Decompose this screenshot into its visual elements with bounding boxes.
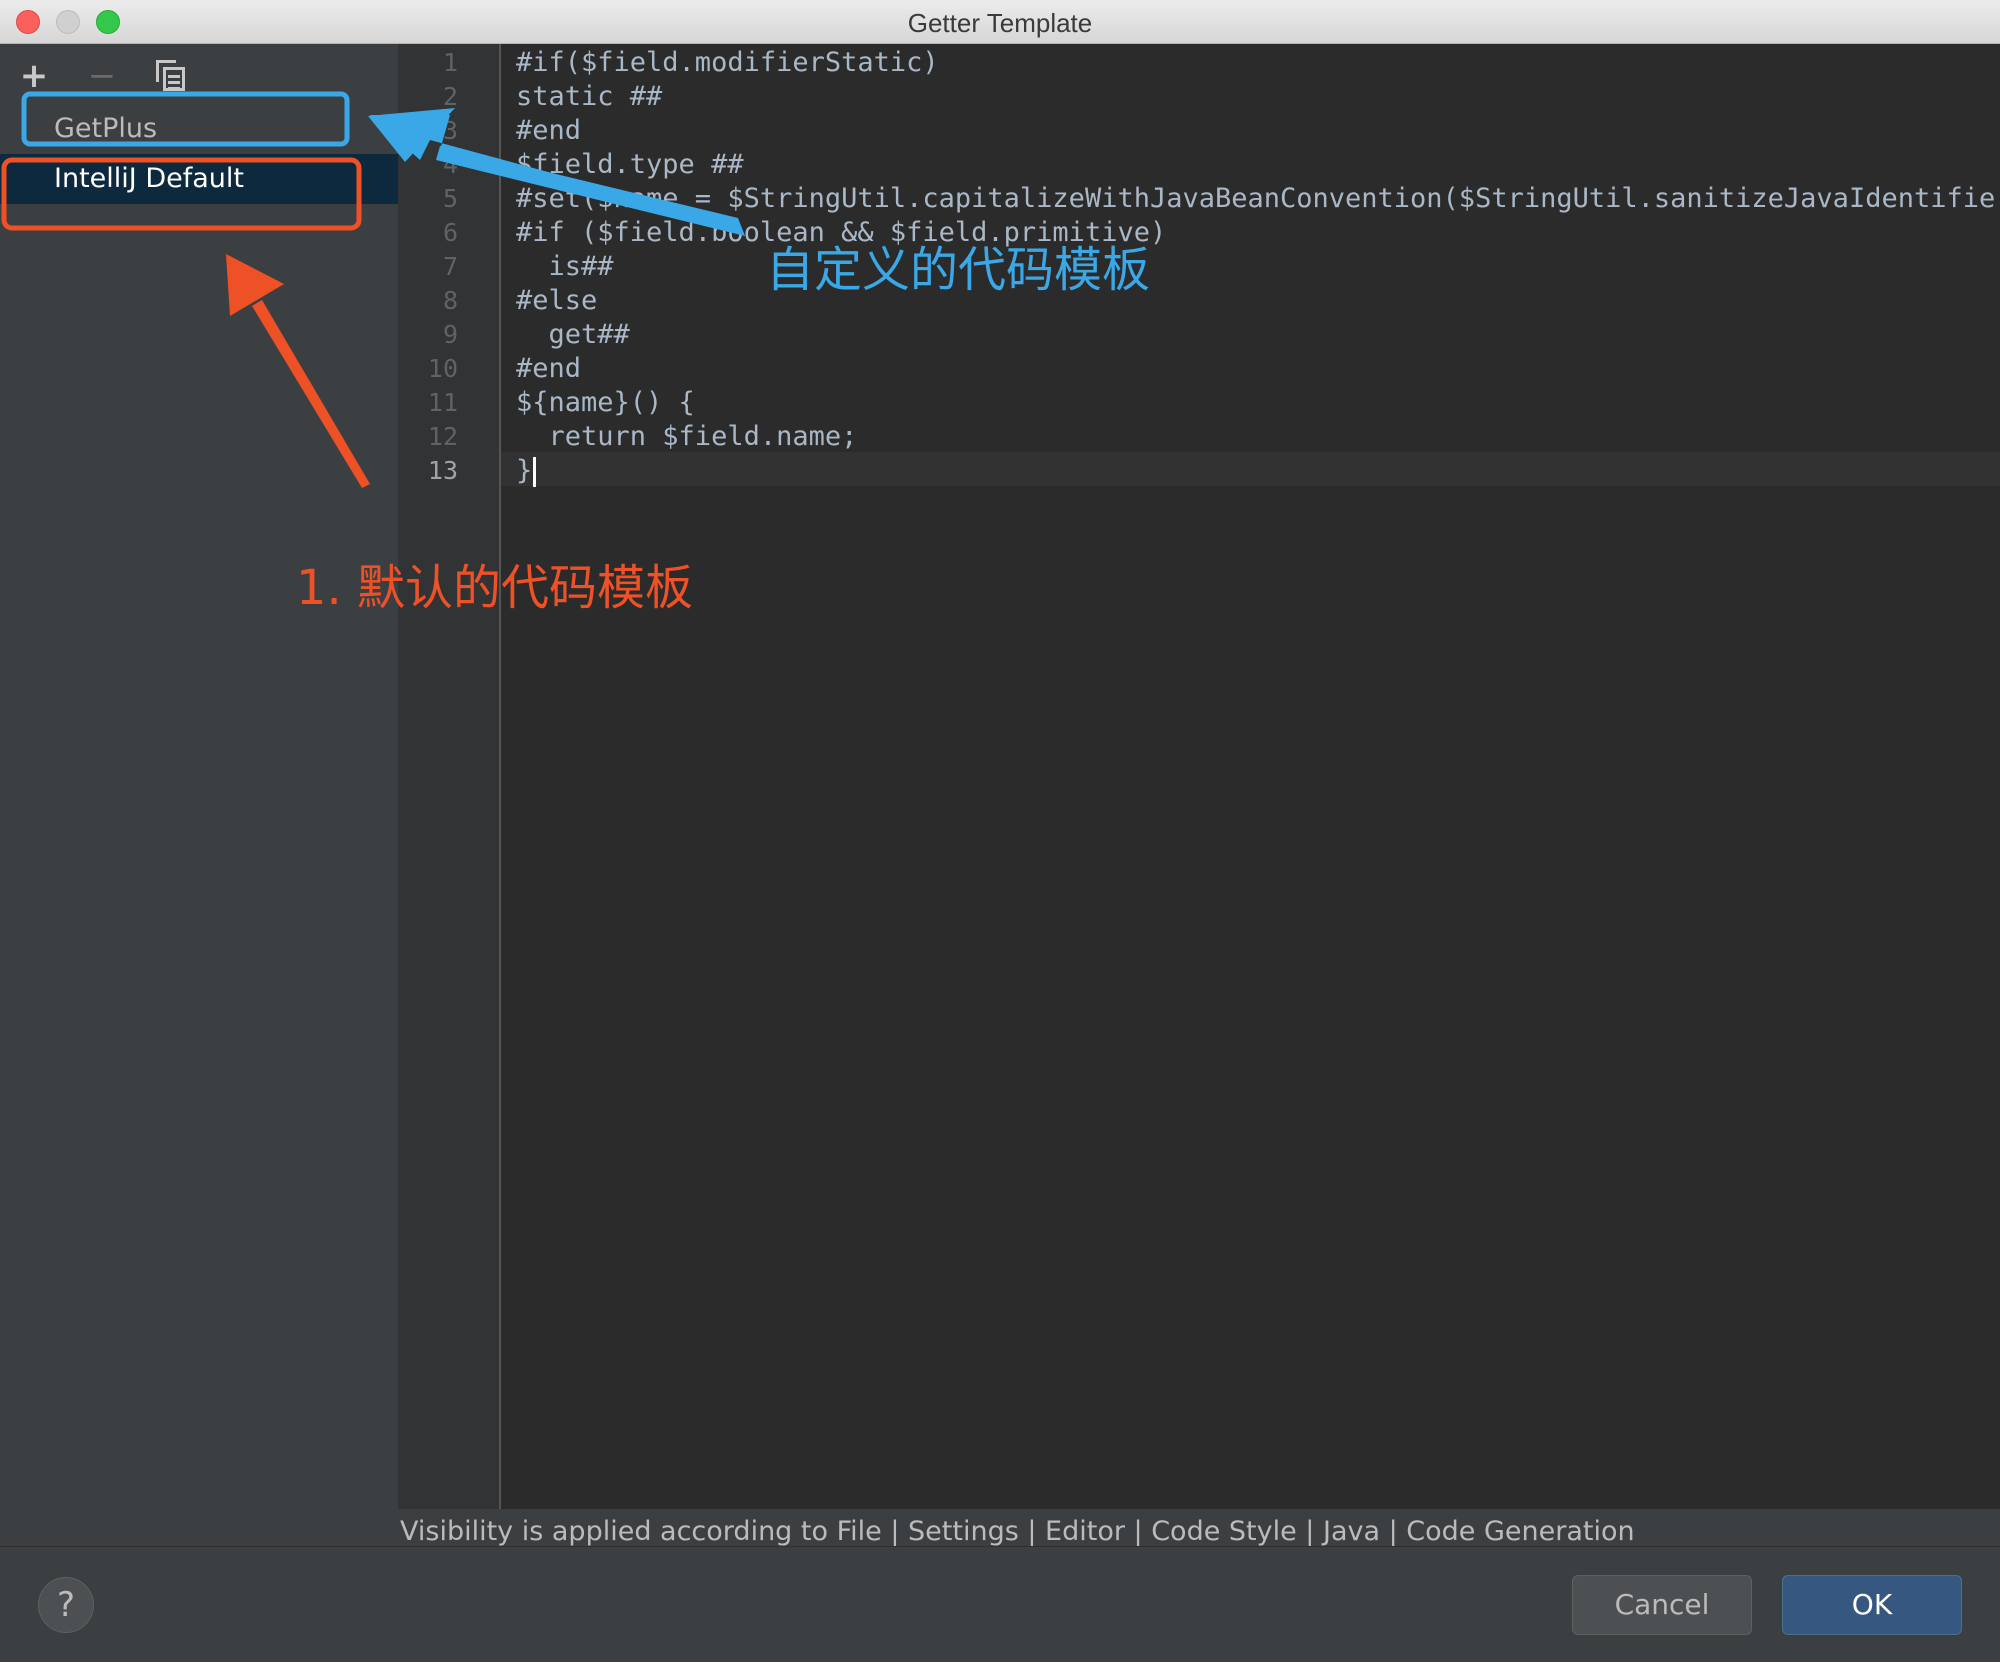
line-number: 7 bbox=[442, 252, 458, 281]
code-line: #if ($field.boolean && $field.primitive) bbox=[516, 217, 1167, 248]
current-line-highlight bbox=[398, 452, 2000, 486]
template-item-label: GetPlus bbox=[54, 113, 158, 144]
line-number-active: 13 bbox=[427, 456, 458, 485]
code-line: static ## bbox=[516, 81, 663, 112]
line-number: 6 bbox=[442, 218, 458, 247]
line-number: 2 bbox=[442, 82, 458, 111]
line-number: 5 bbox=[442, 184, 458, 213]
code-line-text: } bbox=[516, 455, 533, 486]
code-line: #end bbox=[516, 353, 582, 384]
template-item-label: IntelliJ Default bbox=[54, 163, 244, 194]
line-number: 3 bbox=[442, 116, 458, 145]
copy-template-button[interactable] bbox=[150, 56, 190, 96]
template-item-intellij-default[interactable]: IntelliJ Default bbox=[0, 154, 398, 204]
template-list: GetPlus IntelliJ Default bbox=[0, 104, 398, 204]
code-line: return $field.name; bbox=[516, 421, 858, 452]
line-number: 12 bbox=[427, 422, 458, 451]
line-number: 1 bbox=[442, 48, 458, 77]
code-line: $field.type ## bbox=[516, 149, 744, 180]
line-number: 9 bbox=[442, 320, 458, 349]
template-code-editor[interactable]: 1 2 3 4 5 6 7 8 9 10 11 12 13 #if($field… bbox=[398, 44, 2000, 1509]
remove-template-button[interactable]: − bbox=[82, 56, 122, 96]
add-template-button[interactable]: + bbox=[14, 56, 54, 96]
text-caret bbox=[533, 456, 537, 487]
line-number: 8 bbox=[442, 286, 458, 315]
title-bar: Getter Template bbox=[0, 0, 2000, 44]
line-number: 4 bbox=[442, 150, 458, 179]
dialog-footer: ? Cancel OK bbox=[0, 1546, 2000, 1662]
help-button[interactable]: ? bbox=[38, 1577, 94, 1633]
code-line: is## bbox=[516, 251, 614, 282]
code-line: ${name}() { bbox=[516, 387, 695, 418]
code-line: #set($name = $StringUtil.capitalizeWithJ… bbox=[516, 183, 2000, 214]
line-number: 10 bbox=[427, 354, 458, 383]
line-number-gutter: 1 2 3 4 5 6 7 8 9 10 11 12 13 bbox=[398, 44, 501, 1509]
code-line: #end bbox=[516, 115, 582, 146]
ok-button[interactable]: OK bbox=[1782, 1575, 1962, 1635]
code-line: #if($field.modifierStatic) bbox=[516, 47, 939, 78]
copy-icon bbox=[156, 60, 186, 91]
line-number: 11 bbox=[427, 388, 458, 417]
code-line: #else bbox=[516, 285, 598, 316]
window-title: Getter Template bbox=[907, 8, 1093, 38]
cancel-button[interactable]: Cancel bbox=[1572, 1575, 1752, 1635]
code-line-active: } bbox=[516, 454, 537, 488]
code-line: get## bbox=[516, 319, 630, 350]
template-list-panel: + − GetPlus IntelliJ Default bbox=[0, 44, 398, 1544]
template-item-getplus[interactable]: GetPlus bbox=[0, 104, 398, 154]
